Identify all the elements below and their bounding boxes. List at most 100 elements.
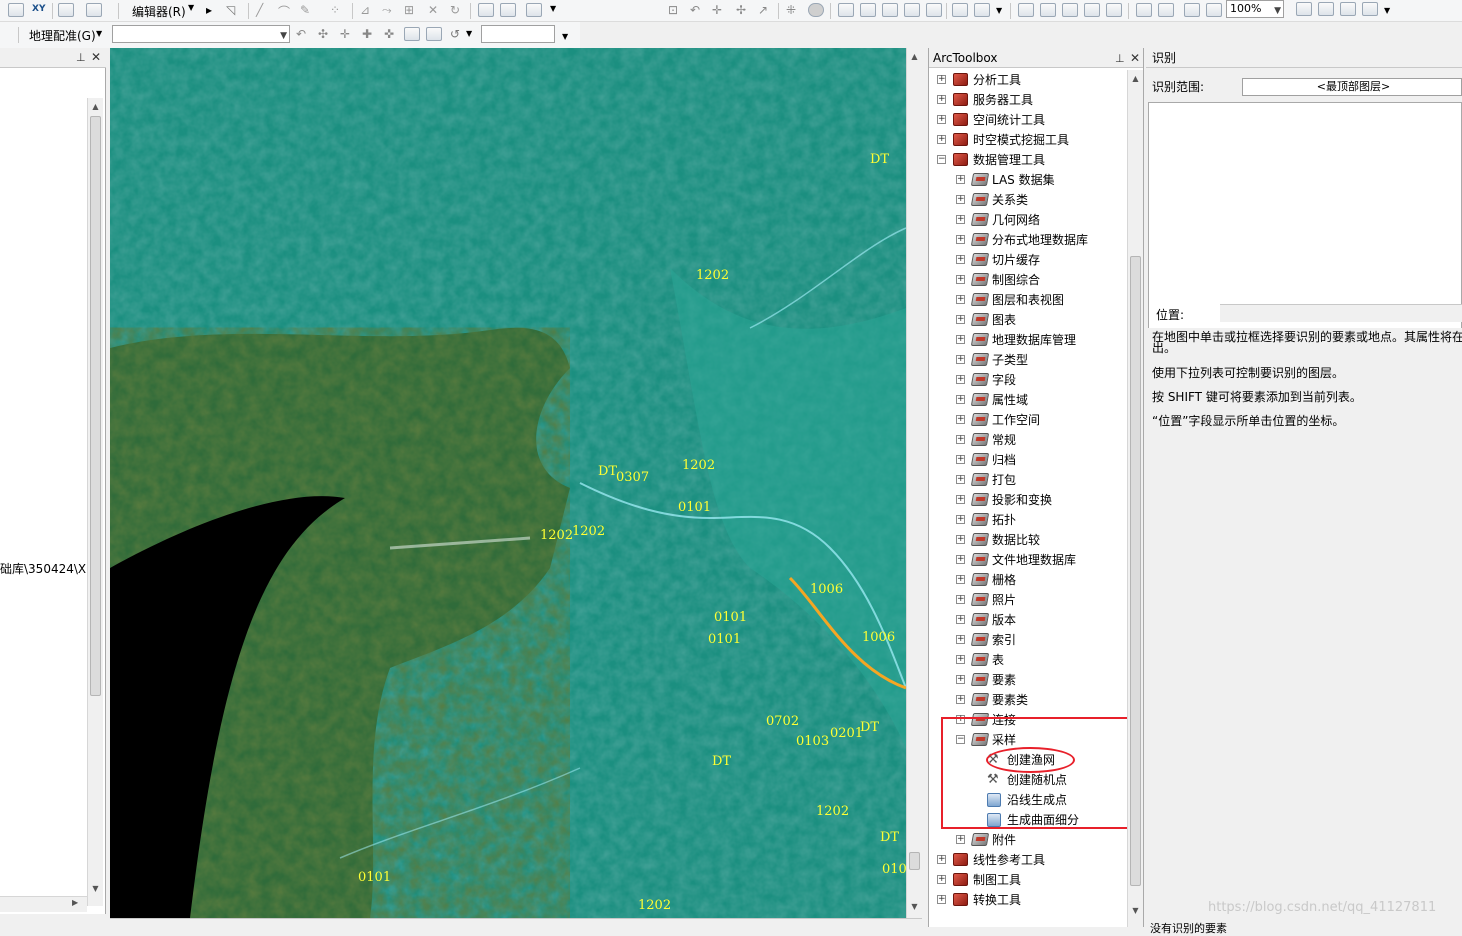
tree-item[interactable]: + 切片缓存	[929, 250, 1127, 270]
scroll-up-icon[interactable]: ▲	[907, 50, 922, 64]
tree-item[interactable]: + 几何网络	[929, 210, 1127, 230]
expand-icon[interactable]: +	[937, 95, 946, 104]
tree-item[interactable]: + 数据比较	[929, 530, 1127, 550]
zoom-whole-page-icon[interactable]	[1184, 3, 1200, 17]
tree-item[interactable]: + 服务器工具	[929, 90, 1127, 110]
full-extent-icon[interactable]	[1084, 3, 1100, 17]
chevron-down-icon[interactable]: ▼	[562, 32, 568, 41]
cut-polygon-icon[interactable]: ⊞	[404, 3, 420, 17]
rotate-raster-icon[interactable]: ↶	[690, 3, 706, 17]
expand-icon[interactable]: +	[956, 695, 965, 704]
reset-transformation-icon[interactable]: ↺	[450, 27, 460, 41]
chevron-down-icon[interactable]: ▼	[996, 6, 1002, 15]
focus-data-frame-icon[interactable]	[1318, 2, 1334, 16]
tree-item[interactable]: + 字段	[929, 370, 1127, 390]
xy-button[interactable]: XY	[32, 4, 45, 14]
zoom-in-icon[interactable]	[1018, 3, 1034, 17]
table-icon[interactable]	[58, 3, 74, 17]
link-icon[interactable]: ✜	[384, 27, 400, 41]
zoom-out-icon[interactable]	[1040, 3, 1056, 17]
rotate-tool-icon[interactable]: ↶	[296, 27, 312, 41]
refresh-icon[interactable]	[860, 3, 876, 17]
sketch-properties-icon[interactable]	[500, 3, 516, 17]
chevron-down-icon[interactable]: ▼	[550, 4, 556, 13]
tree-item[interactable]: + 附件	[929, 830, 1127, 850]
tree-item[interactable]: + 常规	[929, 430, 1127, 450]
viewer-icon[interactable]	[904, 3, 920, 17]
scroll-down-icon[interactable]: ▼	[907, 900, 922, 914]
close-icon[interactable]: ✕	[1130, 48, 1140, 68]
chevron-down-icon[interactable]: ▼	[1274, 3, 1281, 19]
edit-tool-icon[interactable]: ▸	[206, 3, 222, 17]
change-layout-icon[interactable]	[1340, 2, 1356, 16]
close-icon[interactable]: ✕	[91, 50, 101, 64]
expand-icon[interactable]: +	[956, 315, 965, 324]
edit-vertices-icon[interactable]: ⊿	[360, 3, 376, 17]
expand-icon[interactable]: +	[956, 335, 965, 344]
chevron-down-icon[interactable]: ▼	[280, 28, 287, 44]
tree-item[interactable]: + 拓扑	[929, 510, 1127, 530]
tree-item[interactable]: + 表	[929, 650, 1127, 670]
editor-menu[interactable]: 编辑器(R)	[132, 3, 186, 20]
scale-icon[interactable]: ✢	[736, 3, 752, 17]
tree-item[interactable]: − 数据管理工具	[929, 150, 1127, 170]
layout-icon[interactable]	[1136, 3, 1152, 17]
pin-icon[interactable]: ⊥	[76, 51, 86, 64]
scroll-thumb[interactable]	[90, 116, 101, 696]
expand-icon[interactable]: +	[956, 615, 965, 624]
identify-scope-select[interactable]: <最顶部图层>	[1242, 78, 1462, 96]
map-scrollbar[interactable]: ▲ ▼	[906, 48, 922, 918]
shift-icon[interactable]: ✛	[712, 3, 728, 17]
tree-item[interactable]: + 制图综合	[929, 270, 1127, 290]
add-xy-icon[interactable]	[8, 3, 24, 17]
expand-icon[interactable]: +	[956, 475, 965, 484]
layer-properties-icon[interactable]	[838, 3, 854, 17]
tree-item[interactable]: + 图表	[929, 310, 1127, 330]
scale-input[interactable]	[481, 25, 555, 43]
tree-item[interactable]: + 投影和变换	[929, 490, 1127, 510]
expand-icon[interactable]: +	[937, 895, 946, 904]
tree-item[interactable]: + 时空模式挖掘工具	[929, 130, 1127, 150]
zoom-page-icon[interactable]	[1206, 3, 1222, 17]
window-icon[interactable]	[86, 3, 102, 17]
create-features-icon[interactable]	[526, 3, 542, 17]
tree-item[interactable]: + LAS 数据集	[929, 170, 1127, 190]
tree-item[interactable]: + 要素类	[929, 690, 1127, 710]
chevron-down-icon[interactable]: ▼	[466, 29, 472, 38]
expand-icon[interactable]: +	[956, 535, 965, 544]
tree-item[interactable]: + 索引	[929, 630, 1127, 650]
scroll-thumb[interactable]	[1130, 256, 1141, 886]
endpoint-arc-icon[interactable]: ⌒	[278, 3, 294, 19]
expand-icon[interactable]: +	[956, 375, 965, 384]
add-point-icon[interactable]: ✛	[340, 27, 356, 41]
expand-icon[interactable]: +	[956, 435, 965, 444]
view-link-table-icon[interactable]	[404, 27, 420, 41]
add-control-points-icon[interactable]: ↗	[758, 3, 774, 17]
expand-icon[interactable]: +	[956, 255, 965, 264]
expand-icon[interactable]: +	[956, 595, 965, 604]
toc-scrollbar[interactable]: ▲ ▼	[87, 98, 103, 906]
scroll-down-icon[interactable]: ▼	[1128, 904, 1143, 918]
expand-icon[interactable]: +	[956, 295, 965, 304]
tree-item[interactable]: + 要素	[929, 670, 1127, 690]
straight-segment-icon[interactable]: ╱	[256, 3, 272, 17]
trace-icon[interactable]: ✎	[300, 3, 316, 17]
collapse-icon[interactable]: −	[937, 155, 946, 164]
tree-item[interactable]: + 图层和表视图	[929, 290, 1127, 310]
pan-icon[interactable]	[1062, 3, 1078, 17]
expand-icon[interactable]: +	[956, 215, 965, 224]
tree-item[interactable]: + 分布式地理数据库	[929, 230, 1127, 250]
expand-icon[interactable]: +	[937, 115, 946, 124]
tree-item[interactable]: + 栅格	[929, 570, 1127, 590]
expand-icon[interactable]: +	[956, 395, 965, 404]
toc-hscrollbar[interactable]: ▶	[0, 896, 87, 912]
tree-item[interactable]: + 地理数据库管理	[929, 330, 1127, 350]
tree-item[interactable]: + 版本	[929, 610, 1127, 630]
expand-icon[interactable]: +	[956, 355, 965, 364]
map-view[interactable]: DT 1202 DT 0307 1202 0101 1202 1202 1006…	[110, 48, 906, 918]
tree-item[interactable]: + 转换工具	[929, 890, 1127, 910]
grid-icon[interactable]	[926, 3, 942, 17]
georef-fit-icon[interactable]: ⊡	[668, 3, 684, 17]
expand-icon[interactable]: +	[956, 675, 965, 684]
layer-combo[interactable]: ▼	[112, 25, 290, 43]
